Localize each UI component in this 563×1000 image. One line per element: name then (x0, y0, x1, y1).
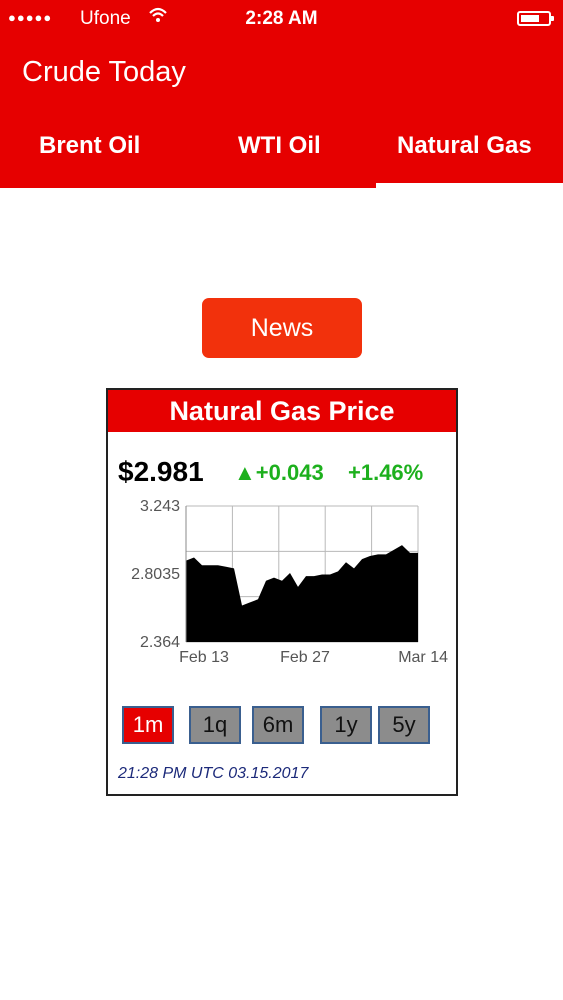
active-tab-indicator (376, 183, 563, 188)
news-button[interactable]: News (202, 298, 362, 358)
range-selector: 1m 1q 6m 1y 5y (122, 706, 452, 748)
tab-natural-gas[interactable]: Natural Gas (397, 132, 532, 160)
tab-brent-oil[interactable]: Brent Oil (39, 132, 140, 160)
price-chart: 3.243 2.8035 2.364 Feb 13 Feb 27 Mar 14 (131, 498, 448, 666)
price-change: ▲+0.043 (234, 460, 324, 485)
range-1y-button[interactable]: 1y (320, 706, 372, 744)
range-5y-button[interactable]: 5y (378, 706, 430, 744)
range-1m-button[interactable]: 1m (122, 706, 174, 744)
current-price: $2.981 (118, 456, 204, 487)
price-area (186, 545, 418, 642)
x-tick-label: Feb 27 (280, 649, 330, 666)
price-card: Natural Gas Price $2.981 ▲+0.043 +1.46% … (106, 388, 458, 796)
x-tick-label: Feb 13 (179, 649, 229, 666)
range-6m-button[interactable]: 6m (252, 706, 304, 744)
price-change-percent: +1.46% (348, 460, 424, 485)
tab-wti-oil[interactable]: WTI Oil (238, 132, 321, 160)
y-tick-label: 3.243 (140, 498, 180, 515)
status-time: 2:28 AM (245, 8, 318, 29)
range-1q-button[interactable]: 1q (189, 706, 241, 744)
battery-icon (517, 11, 554, 26)
status-bar: ●●●●● Ufone 2:28 AM (0, 6, 563, 32)
y-tick-label: 2.364 (140, 634, 180, 651)
app-header: ●●●●● Ufone 2:28 AM Crude Today Brent Oi… (0, 0, 563, 188)
x-tick-label: Mar 14 (398, 649, 448, 666)
card-title: Natural Gas Price (108, 390, 456, 432)
update-timestamp: 21:28 PM UTC 03.15.2017 (118, 765, 309, 782)
y-tick-label: 2.8035 (131, 566, 180, 583)
app-title: Crude Today (22, 56, 186, 88)
